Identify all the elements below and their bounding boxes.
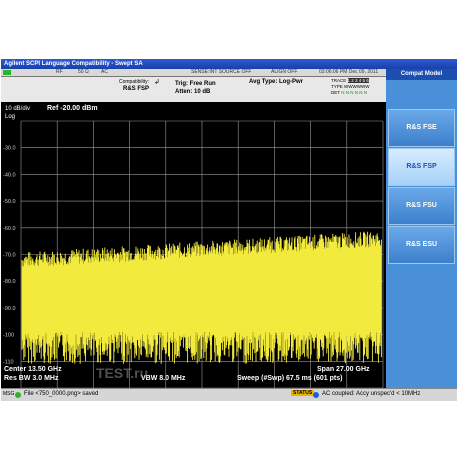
softkey-rs-fsp[interactable]: R&S FSP (388, 148, 455, 186)
attenuation-label: Atten: 10 dB (175, 89, 211, 95)
window-title: Agilent SCPI Language Compatibility - Sw… (1, 59, 457, 69)
softkey-menu-title: Compat Model (386, 69, 457, 80)
status-info-icon (313, 392, 319, 398)
status-text: AC coupled: Accy unspec'd < 10MHz (322, 391, 421, 397)
compatibility-arrow-icon: ↲ (154, 79, 160, 86)
measurement-info: Compatibility: ↲ R&S FSP Trig: Free Run … (1, 77, 386, 102)
log-label: Log (5, 114, 15, 120)
y-tick-label: -60.0 (3, 226, 16, 232)
softkey-panel: Compat Model R&S FSE R&S FSP R&S FSU R&S… (386, 69, 457, 388)
center-frequency: Center 13.50 GHz (4, 366, 62, 373)
type-value: WWWWWW (344, 84, 370, 89)
y-tick-label: -40.0 (3, 172, 16, 178)
analyzer-window: Agilent SCPI Language Compatibility - Sw… (1, 59, 457, 401)
compatibility-label: Compatibility: (119, 79, 150, 85)
status-row: RF 50 Ω AC SENSE:INT SOURCE OFF ALIGN OF… (1, 69, 386, 77)
message-bar: MSG File <750_0000.png> saved STATUS AC … (1, 388, 457, 401)
watermark-text: TEST.ru (96, 365, 149, 381)
softkey-rs-fse[interactable]: R&S FSE (388, 109, 455, 147)
avg-type-label: Avg Type: Log-Pwr (249, 79, 303, 85)
impedance-label: 50 Ω (78, 69, 89, 75)
align-label: ALIGN OFF (271, 69, 298, 75)
det-value: N N N N N N (341, 90, 367, 95)
message-text: File <750_0000.png> saved (24, 391, 99, 397)
y-tick-label: -80.0 (3, 279, 16, 285)
compatibility-value: R&S FSP (123, 86, 150, 92)
det-label: DET (331, 90, 340, 95)
span: Span 27.00 GHz (317, 366, 370, 373)
rf-indicator-icon (3, 70, 11, 75)
y-tick-label: -50.0 (3, 199, 16, 205)
res-bw: Res BW 3.0 MHz (4, 375, 59, 382)
datetime-label: 03:06:06 PM Dec 09, 2011 (319, 69, 379, 75)
msg-label: MSG (3, 391, 15, 397)
softkey-rs-esu[interactable]: R&S ESU (388, 226, 455, 264)
sweep: Sweep (#Swp) 67.5 ms (601 pts) (237, 375, 343, 382)
spectrum-plot[interactable]: 10 dB/div Ref -20.00 dBm Log -30.0 -40.0 -… (1, 102, 386, 388)
message-ok-icon (15, 392, 21, 398)
y-tick-label: -100 (3, 333, 14, 339)
coupling-label: AC (101, 69, 108, 75)
sense-label: SENSE:INT SOURCE OFF (191, 69, 252, 75)
type-label: TYPE (331, 84, 343, 89)
trace-info: TRACE 1 2 3 4 5 6 TYPE WWWWWW DET N N N … (331, 78, 386, 101)
rf-label: RF (56, 69, 63, 75)
trace-value: 1 2 3 4 5 6 (347, 78, 369, 83)
y-tick-label: -90.0 (3, 306, 16, 312)
scale-label: 10 dB/div (5, 106, 30, 112)
y-tick-label: -70.0 (3, 253, 16, 259)
ref-label: Ref -20.00 dBm (47, 105, 98, 112)
watermark-logo: TEST.ru (96, 365, 148, 381)
plot-footer: Center 13.50 GHz Res BW 3.0 MHz VBW 8.0 … (1, 364, 386, 388)
softkey-rs-fsu[interactable]: R&S FSU (388, 187, 455, 225)
trigger-label: Trig: Free Run (175, 81, 216, 87)
trace-label: TRACE (331, 78, 347, 83)
y-tick-label: -30.0 (3, 146, 16, 152)
status-label: STATUS (291, 390, 315, 396)
